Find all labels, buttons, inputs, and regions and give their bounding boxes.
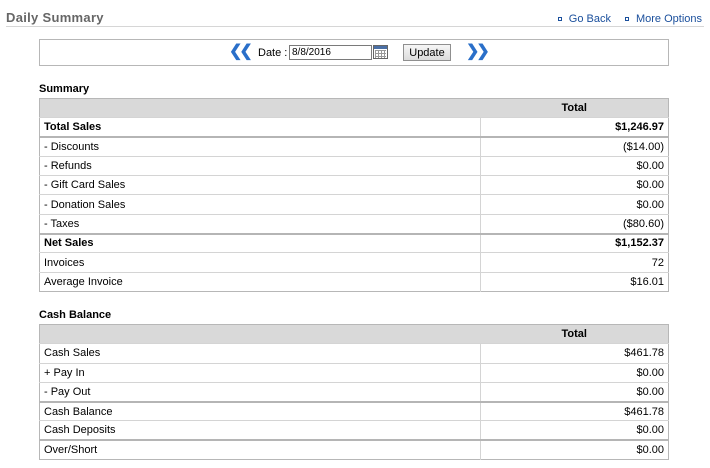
row-label: Cash Deposits [39,420,481,441]
row-value: $0.00 [480,420,669,441]
row-label: + Pay In [39,362,481,383]
row-value: $1,246.97 [480,117,669,138]
date-bar: ❮❮ Date : Update ❯❯ [39,39,669,66]
cash-header-blank [39,324,481,344]
row-value: ($80.60) [480,213,669,234]
cash-balance-section-title: Cash Balance [39,309,112,321]
row-value: ($14.00) [480,136,669,157]
row-label: - Discounts [39,136,481,157]
table-row: Total Sales $1,246.97 [39,117,669,138]
table-row: - Refunds $0.00 [39,155,669,176]
row-label: - Gift Card Sales [39,175,481,195]
row-value: 72 [480,252,669,273]
more-options-label: More Options [635,13,702,25]
row-label: - Pay Out [39,381,481,402]
row-value: $0.00 [480,175,669,195]
row-label: Over/Short [39,439,481,460]
go-back-label: Go Back [568,13,611,25]
row-label: Invoices [39,252,481,273]
calendar-grid [375,50,386,58]
table-row: Net Sales $1,152.37 [39,232,669,253]
date-input[interactable] [289,45,372,60]
cash-header-total: Total [480,324,669,344]
row-label: Cash Sales [39,343,481,364]
table-row: Cash Balance $461.78 [39,400,669,421]
calendar-header-strip [374,46,387,49]
summary-table: Total Total Sales $1,246.97 - Discounts … [39,98,669,292]
page-title: Daily Summary [6,10,104,25]
row-value: $461.78 [480,343,669,364]
cash-balance-table: Total Cash Sales $461.78 + Pay In $0.00 … [39,324,669,461]
row-label: Average Invoice [39,271,481,292]
more-options-link[interactable]: More Options [624,13,702,25]
row-value: $461.78 [480,400,669,421]
row-value: $16.01 [480,271,669,292]
summary-header-blank [39,98,481,118]
summary-header-total: Total [480,98,669,118]
table-row: Cash Sales $461.78 [39,343,669,364]
cash-header-row: Total [39,324,669,344]
row-label: Net Sales [39,232,481,253]
row-label: Total Sales [39,117,481,138]
go-back-link[interactable]: Go Back [557,13,611,25]
table-row: - Pay Out $0.00 [39,381,669,402]
double-chevron-left-icon[interactable]: ❮❮ [229,44,253,60]
table-row: - Donation Sales $0.00 [39,194,669,215]
page-header: Daily Summary Go Back More Options [6,0,704,27]
row-value: $0.00 [480,194,669,215]
table-row: - Taxes ($80.60) [39,213,669,234]
calendar-icon[interactable] [373,45,388,59]
row-value: $0.00 [480,381,669,402]
table-row: - Gift Card Sales $0.00 [39,175,669,195]
table-row: + Pay In $0.00 [39,362,669,383]
row-value: $0.00 [480,439,669,460]
row-label: - Refunds [39,155,481,176]
header-links: Go Back More Options [557,13,702,25]
date-label: Date : [258,47,288,59]
table-row: Average Invoice $16.01 [39,271,669,292]
table-row: Invoices 72 [39,252,669,273]
double-chevron-right-icon[interactable]: ❯❯ [466,44,490,60]
row-value: $1,152.37 [480,232,669,253]
row-value: $0.00 [480,362,669,383]
table-row: Over/Short $0.00 [39,439,669,460]
square-bullet-icon [557,17,562,21]
table-row: Cash Deposits $0.00 [39,420,669,441]
row-label: - Donation Sales [39,194,481,215]
row-label: - Taxes [39,213,481,234]
table-row: - Discounts ($14.00) [39,136,669,157]
row-label: Cash Balance [39,400,481,421]
summary-header-row: Total [39,98,669,118]
square-bullet-icon [624,17,629,21]
update-button[interactable]: Update [403,44,451,61]
row-value: $0.00 [480,155,669,176]
summary-section-title: Summary [39,83,90,95]
